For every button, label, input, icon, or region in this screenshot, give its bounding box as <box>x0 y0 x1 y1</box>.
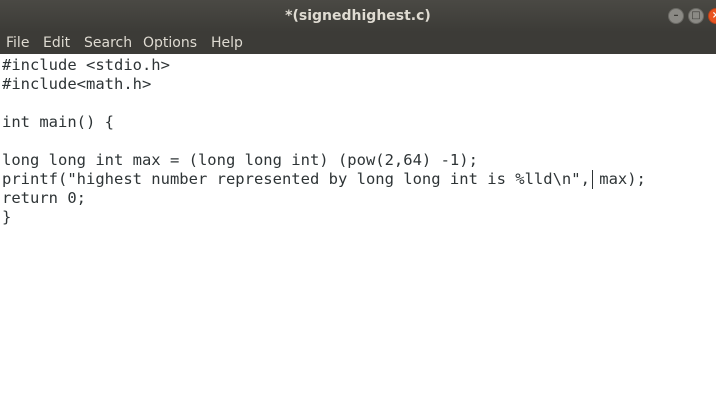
text-editor[interactable]: #include <stdio.h> #include<math.h> int … <box>0 54 716 418</box>
code-line: printf("highest number represented by lo… <box>2 170 646 188</box>
code-line: #include <stdio.h> <box>2 56 170 74</box>
editor-window: *(signedhighest.c) – □ × File Edit Searc… <box>0 0 716 418</box>
menu-options[interactable]: Options <box>143 35 197 51</box>
menu-help[interactable]: Help <box>211 35 243 51</box>
window-title: *(signedhighest.c) <box>285 8 431 24</box>
code-line: long long int max = (long long int) (pow… <box>2 151 478 169</box>
menu-edit[interactable]: Edit <box>43 35 70 51</box>
maximize-button[interactable]: □ <box>688 8 704 24</box>
maximize-icon: □ <box>691 10 701 21</box>
menu-search[interactable]: Search <box>84 35 132 51</box>
menu-bar: File Edit Search Options Help <box>0 32 716 54</box>
text-cursor <box>592 170 593 189</box>
code-line: #include<math.h> <box>2 75 152 93</box>
code-line: int main() { <box>2 113 114 131</box>
menu-file[interactable]: File <box>6 35 29 51</box>
code-line: } <box>2 208 12 226</box>
close-icon: × <box>711 10 716 21</box>
title-bar[interactable]: *(signedhighest.c) – □ × <box>0 0 716 32</box>
minimize-button[interactable]: – <box>668 8 684 24</box>
code-line: return 0; <box>2 189 86 207</box>
minimize-icon: – <box>673 10 679 21</box>
